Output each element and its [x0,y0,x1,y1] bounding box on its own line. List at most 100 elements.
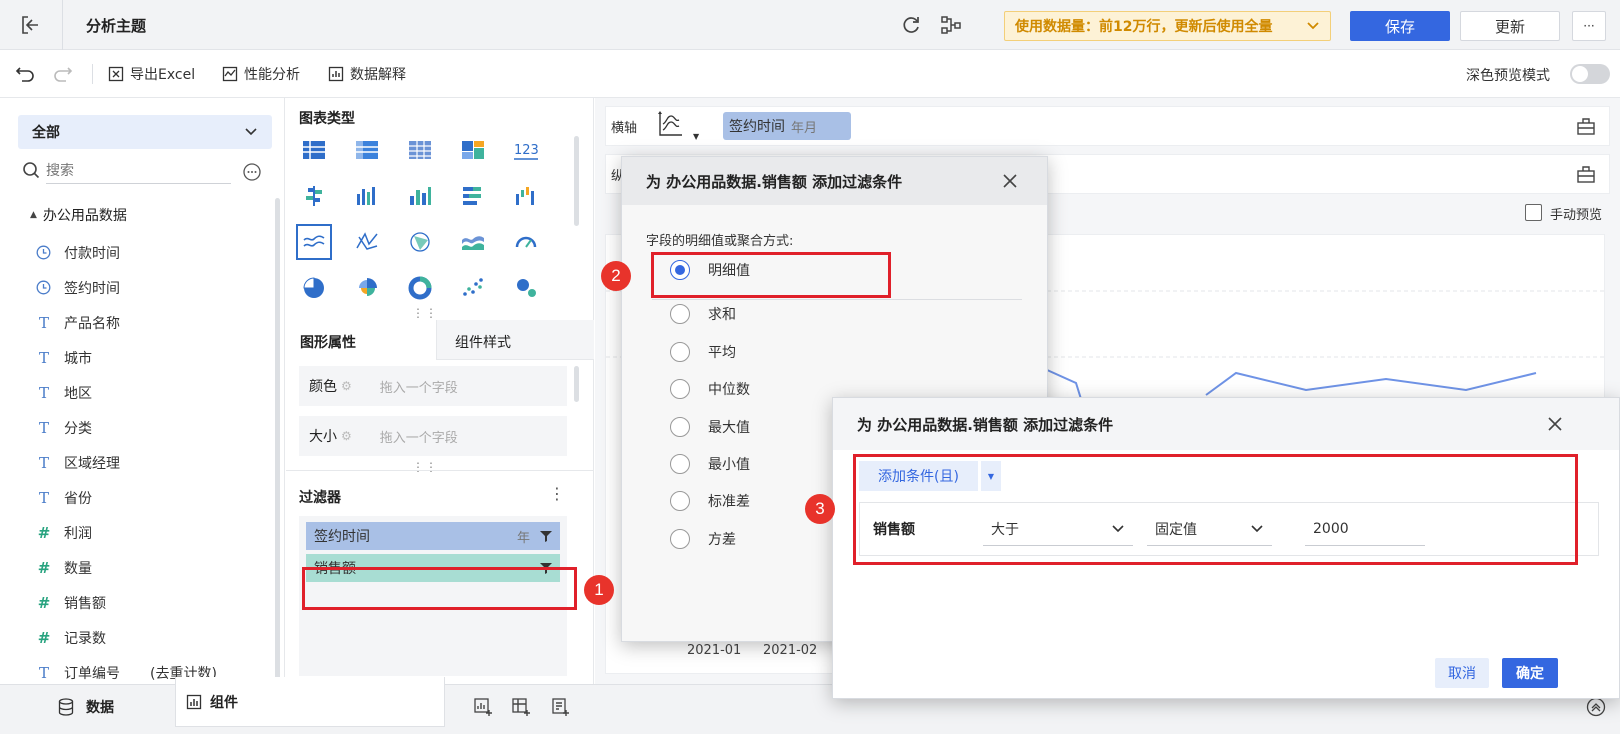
field-item[interactable]: T 分类 [36,410,92,445]
pie-chart-icon[interactable] [296,270,332,306]
update-button[interactable]: 更新 [1460,11,1560,41]
field-item[interactable]: # 数量 [36,550,92,585]
axis-swap-icon[interactable] [655,110,685,140]
aggregation-option[interactable]: 最小值 [670,454,750,474]
waterfall-icon[interactable] [508,178,544,214]
tab-data[interactable]: 数据 [58,697,114,717]
aggregation-option[interactable]: 标准差 [670,491,750,511]
filter-chip-sign-time[interactable]: 签约时间 年 [306,522,560,550]
shelf-settings-icon[interactable] [1576,164,1596,184]
dataset-node[interactable]: ▲ 办公用品数据 [30,205,127,225]
confirm-button[interactable]: 确定 [1502,658,1558,688]
filter-title: 过滤器 [299,490,341,506]
scope-select[interactable]: 全部 [18,115,272,149]
radio-button[interactable] [670,304,690,324]
grouped-table-icon[interactable] [296,178,332,214]
radar-icon[interactable] [349,224,385,260]
aggregation-option[interactable]: 方差 [670,529,736,549]
field-label: 地区 [64,385,92,402]
field-item[interactable]: # 销售额 [36,585,106,620]
detail-table-icon[interactable] [402,132,438,168]
x-field-unit: 年月 [791,120,818,136]
field-item[interactable]: # 记录数 [36,620,106,655]
more-options-icon[interactable] [243,163,261,181]
radio-button[interactable] [670,491,690,511]
scrollbar[interactable] [275,198,280,728]
radio-button[interactable] [670,342,690,362]
perf-analysis-button[interactable]: 性能分析 [222,59,300,89]
data-usage-dropdown[interactable]: 使用数据量：前12万行，更新后使用全量 [1004,11,1331,41]
manual-preview-checkbox[interactable] [1525,204,1542,221]
aggregation-option[interactable]: 求和 [670,304,736,324]
exit-icon[interactable] [18,13,42,37]
polar-chart-icon[interactable] [402,224,438,260]
radio-button[interactable] [670,417,690,437]
radio-button[interactable] [670,454,690,474]
table-icon[interactable] [296,132,332,168]
field-item[interactable]: 付款时间 [36,235,120,270]
tab-component-label: 组件 [210,694,238,711]
filter-more-icon[interactable]: ⋮ [549,486,565,502]
manual-preview-label: 手动预览 [1550,208,1603,223]
bubble-icon[interactable] [508,270,544,306]
cancel-button[interactable]: 取消 [1435,658,1489,688]
field-item[interactable]: T 区域经理 [36,445,120,480]
radio-button[interactable] [670,379,690,399]
field-item[interactable]: T 地区 [36,375,92,410]
refresh-icon[interactable] [900,14,922,36]
field-item[interactable]: # 利润 [36,515,92,550]
tab-shape-properties[interactable]: 图形属性 [286,320,436,360]
cross-table-icon[interactable] [349,132,385,168]
undo-icon[interactable] [14,62,36,84]
chevron-down-icon [245,128,257,136]
scrollbar[interactable] [574,366,579,402]
field-item[interactable]: 签约时间 [36,270,120,305]
add-component-icon[interactable] [473,697,493,717]
column-chart-icon[interactable] [402,178,438,214]
field-label: 付款时间 [64,245,120,262]
more-button[interactable]: ··· [1572,11,1606,41]
radio-button[interactable] [670,529,690,549]
caret-down-icon[interactable]: ▼ [693,132,699,141]
lineage-icon[interactable] [940,14,962,36]
aggregation-option[interactable]: 平均 [670,342,736,362]
add-report-icon[interactable] [550,697,570,717]
x-field-pill[interactable]: 签约时间 年月 [723,112,851,140]
tab-component[interactable]: 组件 [175,677,445,727]
close-icon[interactable] [1545,414,1565,434]
area-chart-icon[interactable] [455,224,491,260]
field-item[interactable]: T 产品名称 [36,305,120,340]
field-item[interactable]: T 城市 [36,340,92,375]
bar-chart-icon[interactable] [349,178,385,214]
donut-chart-icon[interactable] [402,270,438,306]
color-drop-zone[interactable]: 颜色 ⚙ 拖入一个字段 [299,366,567,406]
divider [92,64,93,84]
scatter-icon[interactable] [455,270,491,306]
shelf-settings-icon[interactable] [1576,116,1596,136]
close-icon[interactable] [1000,171,1020,191]
aggregation-option-label: 平均 [708,345,736,361]
line-chart-icon[interactable] [296,224,332,260]
tab-component-style[interactable]: 组件样式 [436,320,594,360]
stacked-bar-icon[interactable] [455,178,491,214]
export-excel-button[interactable]: 导出Excel [108,59,195,89]
redo-icon[interactable] [52,62,74,84]
field-item[interactable]: T 省份 [36,480,92,515]
data-fields-panel: 全部 ▲ 办公用品数据 付款时间签约时间T产品名称T城市T地区T分类T区域经理T… [0,98,285,728]
drag-handle-icon[interactable]: ⋮⋮ [412,460,438,474]
treemap-icon[interactable] [455,132,491,168]
collapse-icon[interactable] [1586,697,1606,717]
size-drop-zone[interactable]: 大小 ⚙ 拖入一个字段 [299,416,567,456]
aggregation-option[interactable]: 最大值 [670,417,750,437]
data-explain-button[interactable]: 数据解释 [328,59,406,89]
rose-chart-icon[interactable] [349,270,385,306]
aggregation-option[interactable]: 中位数 [670,379,750,399]
drag-handle-icon[interactable]: ⋮⋮ [412,306,438,320]
add-table-icon[interactable] [511,697,531,717]
search-input[interactable] [46,158,231,184]
gauge-icon[interactable] [508,224,544,260]
scrollbar[interactable] [574,136,579,226]
kpi-number-icon[interactable]: 123 [508,132,544,168]
dark-preview-toggle[interactable] [1570,64,1610,84]
save-button[interactable]: 保存 [1350,11,1450,41]
